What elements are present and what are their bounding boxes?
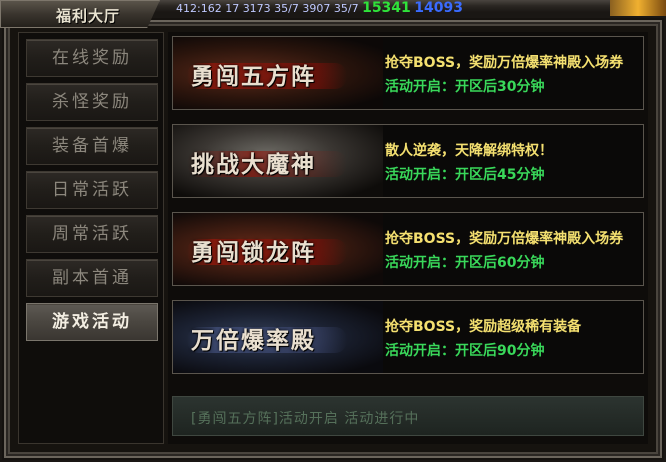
main-panel: 勇闯五方阵 抢夺BOSS，奖励万倍爆率神殿入场券 活动开启：开区后30分钟 挑战… bbox=[168, 32, 648, 444]
hud-coords: 412:162 17 3173 35/7 3907 35/7 bbox=[176, 2, 359, 15]
event-card[interactable]: 万倍爆率殿 抢夺BOSS，奖励超级稀有装备 活动开启：开区后90分钟 bbox=[172, 300, 644, 374]
event-description: 散人逆袭，天降解绑特权！ bbox=[385, 143, 553, 159]
event-name: 勇闯五方阵 bbox=[191, 63, 316, 90]
game-hud-strip: 412:162 17 3173 35/7 3907 35/7 15341 140… bbox=[176, 0, 666, 16]
sidebar-item-dungeon-first-clear[interactable]: 副本首通 bbox=[26, 259, 158, 297]
sidebar-item-game-events[interactable]: 游戏活动 bbox=[26, 303, 158, 341]
sidebar-nav: 在线奖励 杀怪奖励 装备首爆 日常活跃 周常活跃 副本首通 游戏活动 bbox=[18, 32, 164, 444]
event-start-time: 活动开启：开区后90分钟 bbox=[385, 343, 545, 359]
event-description: 抢夺BOSS，奖励万倍爆率神殿入场券 bbox=[385, 55, 624, 71]
event-name: 勇闯锁龙阵 bbox=[191, 239, 316, 266]
event-description: 抢夺BOSS，奖励万倍爆率神殿入场券 bbox=[385, 231, 624, 247]
sidebar-item-first-drop[interactable]: 装备首爆 bbox=[26, 127, 158, 165]
window-title: 福利大厅 bbox=[56, 7, 121, 25]
event-start-time: 活动开启：开区后45分钟 bbox=[385, 167, 545, 183]
event-name: 挑战大魔神 bbox=[191, 151, 316, 178]
status-bar: [勇闯五方阵]活动开启 活动进行中 bbox=[172, 396, 644, 436]
hud-gold-ornament bbox=[610, 0, 666, 16]
sidebar-item-kill-reward[interactable]: 杀怪奖励 bbox=[26, 83, 158, 121]
sidebar-item-online-reward[interactable]: 在线奖励 bbox=[26, 39, 158, 77]
status-text: [勇闯五方阵]活动开启 活动进行中 bbox=[191, 411, 420, 427]
event-card[interactable]: 勇闯五方阵 抢夺BOSS，奖励万倍爆率神殿入场券 活动开启：开区后30分钟 bbox=[172, 36, 644, 110]
event-start-time: 活动开启：开区后60分钟 bbox=[385, 255, 545, 271]
event-description: 抢夺BOSS，奖励超级稀有装备 bbox=[385, 319, 582, 335]
hud-blue-value: 14093 bbox=[414, 0, 464, 16]
sidebar-item-daily-active[interactable]: 日常活跃 bbox=[26, 171, 158, 209]
event-card[interactable]: 勇闯锁龙阵 抢夺BOSS，奖励万倍爆率神殿入场券 活动开启：开区后60分钟 bbox=[172, 212, 644, 286]
event-card[interactable]: 挑战大魔神 散人逆袭，天降解绑特权！ 活动开启：开区后45分钟 bbox=[172, 124, 644, 198]
event-start-time: 活动开启：开区后30分钟 bbox=[385, 79, 545, 95]
hud-green-value: 15341 bbox=[362, 0, 411, 16]
sidebar-item-weekly-active[interactable]: 周常活跃 bbox=[26, 215, 158, 253]
event-name: 万倍爆率殿 bbox=[191, 327, 316, 354]
